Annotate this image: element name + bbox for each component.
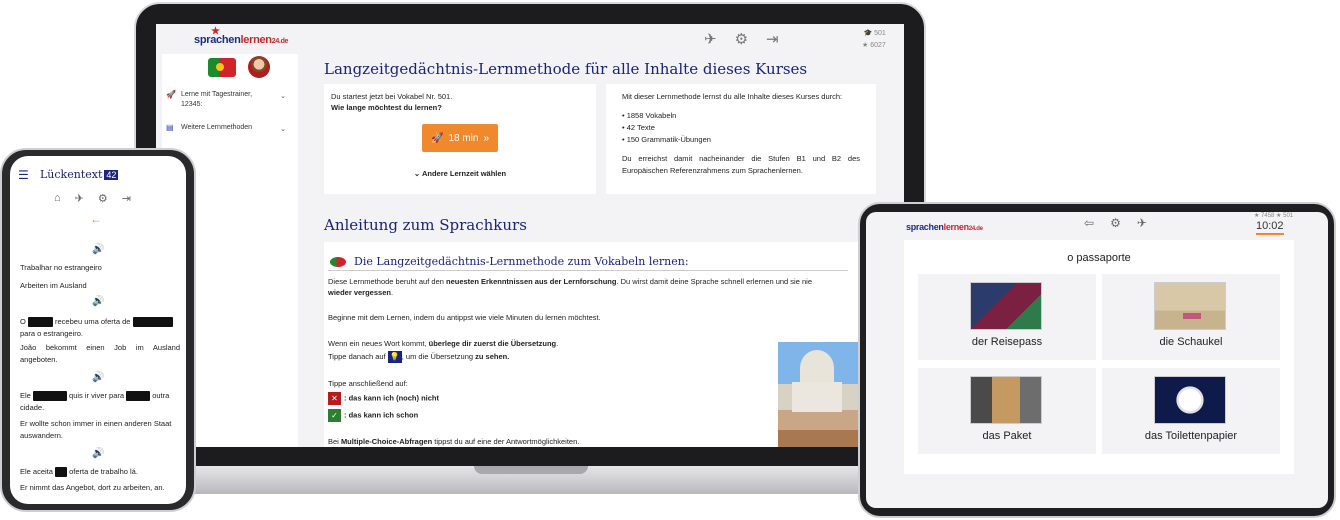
gap-field[interactable] [132,317,173,328]
speaker-icon[interactable]: 🔊 [92,372,104,383]
chevron-down-icon: ⌄ [280,93,286,100]
sentence-pt: Trabalhar no estrangeiro [20,263,102,272]
stats: 🎓 501 ★ 6027 [862,30,886,49]
guide-paragraph-2: Beginne mit dem Lernen, indem du antipps… [328,313,601,322]
phone-screen: ☰ Lückentext 42 ⌂ ✈ ⚙ ⇥ ← 🔊 Trabalhar no … [10,156,186,504]
portugal-flag-icon[interactable] [208,58,236,77]
gear-icon[interactable]: ⚙ [1110,216,1121,230]
rocket-icon: 🚀 [166,90,176,99]
count-badge: 42 [104,170,119,180]
sentence-pt: Ele quis ir viver para outra cidade. [20,391,170,412]
sentence-de: João bekommt einen Job im Ausland angebo… [20,343,180,364]
cap-icon: 🎓 [863,30,875,37]
church-body [792,382,842,412]
speaker-icon[interactable]: 🔊 [92,296,104,307]
phone-toolbar: ⌂ ✈ ⚙ ⇥ [54,192,131,205]
answer-option[interactable]: der Reisepass [918,274,1096,360]
sentence-pt: O recebeu uma oferta de para o estrangei… [20,316,180,340]
top-bar: ★ sprachenlernen24.de ✈ ⚙ ⇥ 🎓 501 ★ 6027 [156,24,904,54]
other-time-link[interactable]: ⌄ Andere Lernzeit wählen [324,168,596,179]
book-icon: ▤ [166,123,174,132]
sidebar-item-more-methods[interactable]: ▤ Weitere Lernmethoden ⌄ [166,123,294,133]
portugal-flag-icon [330,257,346,267]
speaker-icon[interactable]: 🔊 [92,244,104,255]
passport-image [970,282,1042,330]
close-icon: ✕ [328,392,341,405]
answer-label: der Reisepass [971,336,1043,348]
answer-label: das Toilettenpapier [1144,430,1238,442]
swing-image [1154,282,1226,330]
quiz-card: o passaporte der Reisepass die Schaukel … [904,240,1294,474]
gap-field[interactable] [126,391,151,402]
back-arrow-icon[interactable]: ← [90,212,102,226]
answer-option[interactable]: die Schaukel [1102,274,1280,360]
rocket-icon: 🚀 [430,132,444,144]
sentence-de: Arbeiten im Ausland [20,281,87,290]
list-item: • 1858 Vokabeln [622,111,677,120]
logout-icon[interactable]: ⇥ [122,192,131,205]
guide-title: Anleitung zum Sprachkurs [324,216,527,234]
toolbar-icons: ✈ ⚙ ⇥ [704,30,779,48]
divider [328,270,848,271]
toilet-paper-image [1154,376,1226,424]
sentence-pt: Ele aceita oferta de trabalho lá. [20,467,138,478]
no-sound-icon[interactable]: ✈ [1137,216,1147,230]
start-box: Du startest jetzt bei Vokabel Nr. 501. W… [324,84,596,194]
start-time-button[interactable]: 🚀 18 min » [422,124,498,152]
quiz-word: o passaporte [1067,252,1131,264]
no-sound-icon[interactable]: ✈ [704,30,717,48]
guide-subtitle: Die Langzeitgedächtnis-Lernmethode zum V… [354,255,689,268]
guide-box: Die Langzeitgedächtnis-Lernmethode zum V… [324,242,904,447]
answer-option[interactable]: das Toilettenpapier [1102,368,1280,454]
sentence-de: Er wollte schon immer in einen anderen S… [20,419,172,440]
church-dome [800,350,834,386]
laptop-notch [474,466,588,474]
info-box: Mit dieser Lernmethode lernst du alle In… [606,84,876,194]
gap-field[interactable] [27,317,53,328]
chevron-down-icon: ⌄ [280,126,286,133]
info-outro: Du erreichst damit nacheinander die Stuf… [622,154,860,175]
star-icon: ★ [862,42,871,49]
tablet-screen: sprachenlernen24.de ⇦ ⚙ ✈ ★ 7458 ★ 501 1… [866,212,1328,508]
avatar[interactable] [248,56,270,78]
start-info: Du startest jetzt bei Vokabel Nr. 501. [331,92,453,101]
page-title: Langzeitgedächtnis-Lernmethode für alle … [324,60,808,78]
gear-icon[interactable]: ⚙ [735,30,748,48]
tablet-toolbar: ⇦ ⚙ ✈ [1084,216,1147,230]
list-item: • 150 Grammatik-Übungen [622,135,711,144]
home-icon[interactable]: ⌂ [54,192,61,205]
timer: 10:02 [1256,220,1284,235]
sidebar-item-daily-trainer[interactable]: 🚀 Lerne mit Tagestrainer, 12345: ⌄ [166,90,294,110]
logout-icon[interactable]: ⇥ [766,30,779,48]
list-item: • 42 Texte [622,123,655,132]
parcel-image [970,376,1042,424]
menu-icon[interactable]: ☰ [18,168,29,182]
gap-field[interactable] [55,467,68,478]
content-list: • 1858 Vokabeln • 42 Texte • 150 Grammat… [622,110,860,146]
sentence-de: Er nimmt das Angebot, dort zu arbeiten, … [20,483,165,492]
gear-icon[interactable]: ⚙ [98,192,108,205]
guide-paragraph-1: Diese Lernmethode beruht auf den neueste… [328,277,812,297]
answer-label: das Paket [982,430,1032,442]
logo-star-icon: ★ [211,26,220,37]
start-question: Wie lange möchtest du lernen? [331,103,442,112]
chevron-right-icon: » [483,132,490,144]
lisbon-church-image [778,342,858,447]
lightbulb-icon: 💡 [387,351,402,364]
chevron-down-icon: ⌄ [413,169,422,178]
no-sound-icon[interactable]: ✈ [75,192,84,205]
info-intro: Mit dieser Lernmethode lernst du alle In… [622,92,843,101]
phone-title: Lückentext 42 [40,168,119,181]
gap-field[interactable] [32,391,67,402]
check-icon: ✓ [328,409,341,422]
stats: ★ 7458 ★ 501 [1254,213,1294,219]
exit-icon[interactable]: ⇦ [1084,216,1094,230]
logo[interactable]: ★ sprachenlernen24.de [194,26,288,46]
answer-option[interactable]: das Paket [918,368,1096,454]
logo[interactable]: sprachenlernen24.de [906,222,983,232]
speaker-icon[interactable]: 🔊 [92,448,104,459]
laptop-screen: ★ sprachenlernen24.de ✈ ⚙ ⇥ 🎓 501 ★ 6027… [156,24,904,447]
answer-label: die Schaukel [1159,336,1223,348]
